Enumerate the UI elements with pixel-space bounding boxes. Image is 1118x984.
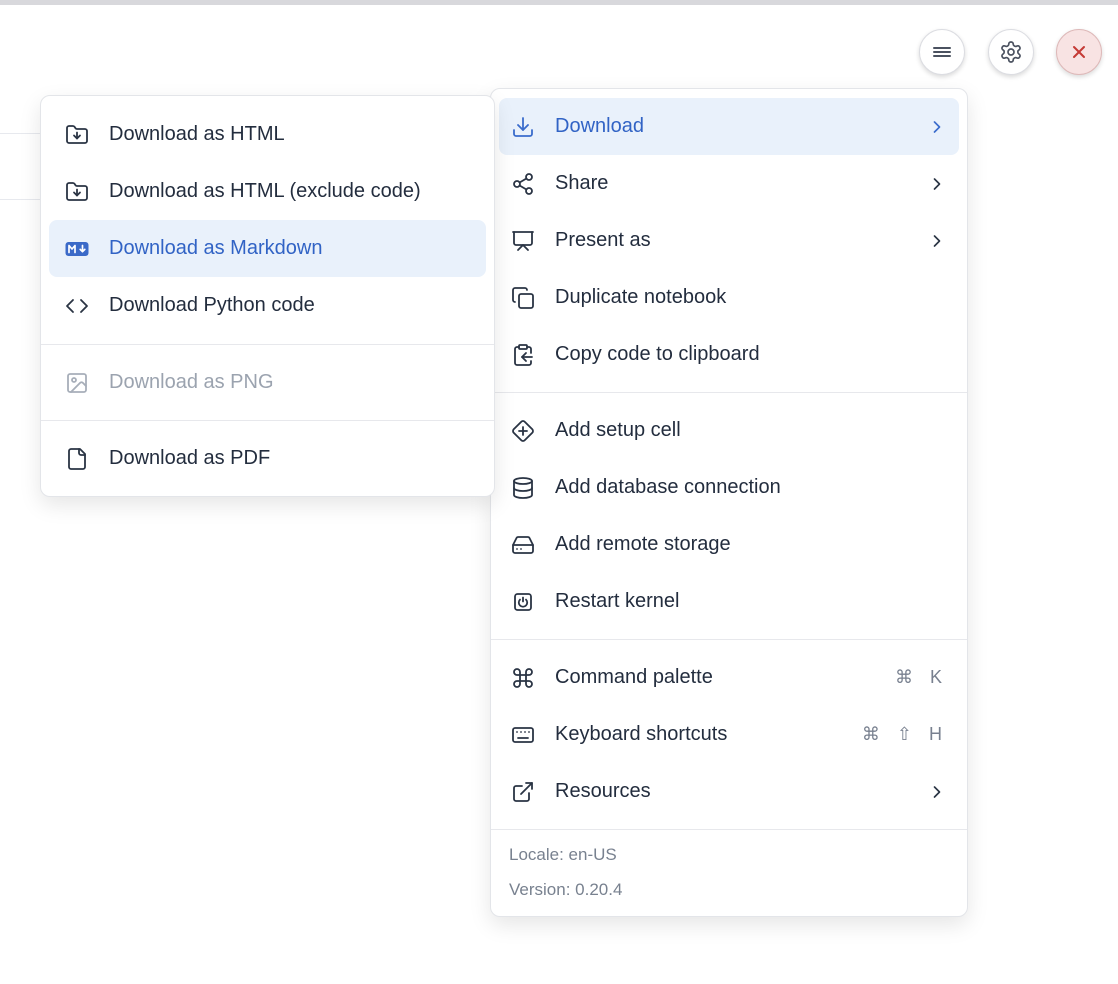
image-icon [65, 371, 89, 395]
menu-item-label: Download as PDF [109, 447, 472, 470]
keyboard-shortcut-hint: ⌘ K [895, 667, 947, 688]
menu-item-add-remote-storage[interactable]: Add remote storage [499, 516, 959, 573]
menu-section-notebook: Download Share Present as Duplicate note… [491, 89, 967, 392]
menu-item-label: Resources [555, 780, 927, 803]
menu-item-label: Download [555, 115, 927, 138]
hamburger-icon [930, 40, 954, 64]
menu-item-present-as[interactable]: Present as [499, 212, 959, 269]
version-text: Version: 0.20.4 [509, 878, 949, 901]
menu-item-add-setup-cell[interactable]: Add setup cell [499, 402, 959, 459]
menu-item-copy-code-to-clipboard[interactable]: Copy code to clipboard [499, 326, 959, 383]
keyboard-icon [511, 723, 535, 747]
menu-item-label: Restart kernel [555, 590, 947, 613]
menu-item-download-as-html-exclude-code[interactable]: Download as HTML (exclude code) [49, 163, 486, 220]
locale-text: Locale: en-US [509, 843, 949, 866]
menu-item-resources[interactable]: Resources [499, 763, 959, 820]
folder-down-icon [65, 123, 89, 147]
background-rule-line [0, 133, 41, 134]
menu-item-label: Download as HTML (exclude code) [109, 180, 472, 203]
hamburger-menu-button[interactable] [919, 29, 965, 75]
download-submenu: Download as HTML Download as HTML (exclu… [40, 95, 495, 497]
database-icon [511, 476, 535, 500]
download-icon [511, 115, 535, 139]
menu-footer: Locale: en-US Version: 0.20.4 [491, 830, 967, 916]
menu-item-label: Add database connection [555, 476, 947, 499]
menu-item-label: Download as HTML [109, 123, 472, 146]
menu-section-help: Command palette ⌘ K Keyboard shortcuts ⌘… [491, 640, 967, 829]
submenu-section-downloads: Download as HTML Download as HTML (exclu… [41, 96, 494, 344]
gear-icon [999, 40, 1023, 64]
submenu-section-png: Download as PNG [41, 345, 494, 420]
chevron-right-icon [927, 231, 947, 251]
hard-drive-icon [511, 533, 535, 557]
diamond-plus-icon [511, 419, 535, 443]
menu-item-duplicate-notebook[interactable]: Duplicate notebook [499, 269, 959, 326]
window-top-edge [0, 0, 1118, 5]
menu-item-restart-kernel[interactable]: Restart kernel [499, 573, 959, 630]
menu-item-download-as-html[interactable]: Download as HTML [49, 106, 486, 163]
menu-item-download-as-png: Download as PNG [49, 354, 486, 411]
chevron-right-icon [927, 174, 947, 194]
folder-down-icon [65, 180, 89, 204]
settings-button[interactable] [988, 29, 1034, 75]
menu-item-label: Share [555, 172, 927, 195]
menu-item-download-as-pdf[interactable]: Download as PDF [49, 430, 486, 487]
menu-item-download-as-markdown[interactable]: Download as Markdown [49, 220, 486, 277]
code-icon [65, 294, 89, 318]
keyboard-shortcut-hint: ⌘ ⇧ H [862, 724, 947, 745]
clipboard-copy-icon [511, 343, 535, 367]
menu-item-label: Copy code to clipboard [555, 343, 947, 366]
chevron-right-icon [927, 782, 947, 802]
external-link-icon [511, 780, 535, 804]
menu-item-label: Command palette [555, 666, 895, 689]
menu-item-label: Add setup cell [555, 419, 947, 442]
menu-item-add-database-connection[interactable]: Add database connection [499, 459, 959, 516]
menu-item-label: Keyboard shortcuts [555, 723, 862, 746]
menu-section-cells: Add setup cell Add database connection A… [491, 393, 967, 639]
share-icon [511, 172, 535, 196]
menu-item-label: Download as PNG [109, 371, 472, 394]
menu-item-label: Present as [555, 229, 927, 252]
file-icon [65, 447, 89, 471]
menu-item-download-python-code[interactable]: Download Python code [49, 277, 486, 334]
submenu-section-pdf: Download as PDF [41, 421, 494, 496]
menu-item-keyboard-shortcuts[interactable]: Keyboard shortcuts ⌘ ⇧ H [499, 706, 959, 763]
background-rule-line [0, 199, 41, 200]
close-icon [1067, 40, 1091, 64]
presentation-icon [511, 229, 535, 253]
menu-item-share[interactable]: Share [499, 155, 959, 212]
menu-item-download[interactable]: Download [499, 98, 959, 155]
power-icon [511, 590, 535, 614]
close-button[interactable] [1056, 29, 1102, 75]
menu-item-label: Download Python code [109, 294, 472, 317]
command-icon [511, 666, 535, 690]
menu-item-label: Duplicate notebook [555, 286, 947, 309]
copy-icon [511, 286, 535, 310]
menu-item-label: Add remote storage [555, 533, 947, 556]
menu-item-label: Download as Markdown [109, 237, 472, 260]
chevron-right-icon [927, 117, 947, 137]
markdown-icon [65, 237, 89, 261]
notebook-actions-menu: Download Share Present as Duplicate note… [490, 88, 968, 917]
menu-item-command-palette[interactable]: Command palette ⌘ K [499, 649, 959, 706]
